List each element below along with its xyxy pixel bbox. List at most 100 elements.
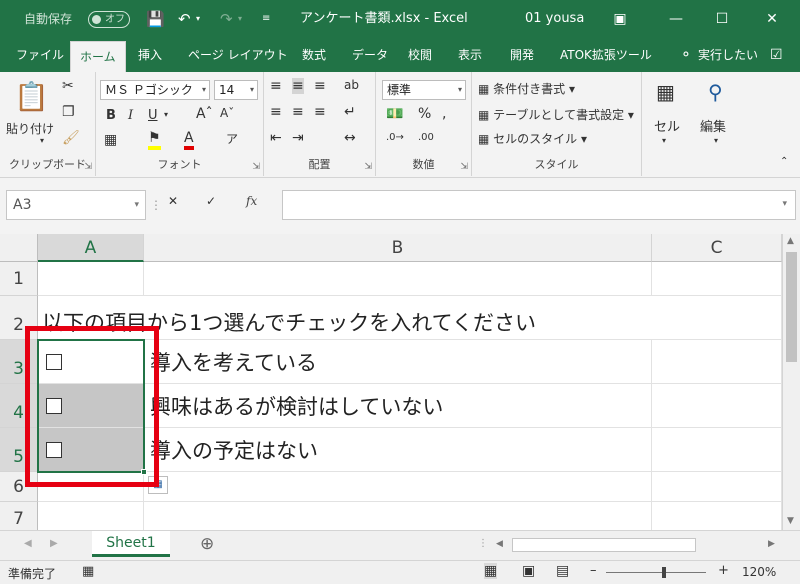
maximize-icon[interactable]: ☐ <box>708 0 736 38</box>
alignment-launcher-icon[interactable]: ⇲ <box>364 162 372 172</box>
cell-b4[interactable]: 興味はあるが検討はしていない <box>144 384 652 428</box>
autosave-toggle[interactable]: オフ <box>88 11 130 28</box>
font-name-select[interactable]: ＭＳ Ｐゴシック ▾ <box>100 80 210 100</box>
number-launcher-icon[interactable]: ⇲ <box>460 162 468 172</box>
enter-icon[interactable]: ✓ <box>206 194 216 208</box>
cancel-icon[interactable]: ✕ <box>168 194 178 208</box>
column-header-a[interactable]: A <box>38 234 144 262</box>
cell-styles-button[interactable]: ▦ セルのスタイル ▾ <box>478 130 587 147</box>
paste-icon[interactable]: 📋 <box>14 80 49 113</box>
percent-style-icon[interactable]: % <box>418 106 431 122</box>
sheet-tab-sheet1[interactable]: Sheet1 <box>92 531 170 557</box>
undo-icon[interactable]: ↶ <box>178 0 191 38</box>
decrease-font-icon[interactable]: Aˇ <box>220 106 234 120</box>
new-sheet-icon[interactable]: ⊕ <box>200 534 214 554</box>
next-sheet-icon[interactable]: ▶ <box>50 538 58 549</box>
cell-c2[interactable] <box>652 296 782 340</box>
tab-home[interactable]: ホーム <box>70 41 126 72</box>
editing-dropdown-icon[interactable]: ▾ <box>714 136 718 145</box>
tab-data[interactable]: データ <box>352 38 388 72</box>
bold-button[interactable]: B <box>106 108 116 123</box>
page-break-view-icon[interactable]: ▤ <box>556 563 569 579</box>
editing-button[interactable]: 編集 <box>700 116 726 135</box>
redo-icon[interactable]: ↷ <box>220 0 233 38</box>
tab-view[interactable]: 表示 <box>458 38 482 72</box>
macro-record-icon[interactable]: ▦ <box>82 564 94 579</box>
italic-button[interactable]: I <box>128 108 133 123</box>
cell-b5[interactable]: 導入の予定はない <box>144 428 652 472</box>
tab-split-icon[interactable]: ⋮ <box>478 538 488 549</box>
select-all-corner[interactable] <box>0 234 38 262</box>
cell-c4[interactable] <box>652 384 782 428</box>
tab-insert[interactable]: 挿入 <box>138 38 162 72</box>
ribbon-display-icon[interactable]: ▣ <box>606 0 634 38</box>
cells-dropdown-icon[interactable]: ▾ <box>662 136 666 145</box>
borders-icon[interactable]: ▦ <box>104 132 117 148</box>
cells-icon[interactable]: ▦ <box>656 80 675 104</box>
tab-developer[interactable]: 開発 <box>510 38 534 72</box>
save-icon[interactable]: 💾 <box>146 0 165 38</box>
paste-dropdown-icon[interactable]: ▾ <box>40 136 44 145</box>
formula-input[interactable]: ▾ <box>282 190 796 220</box>
clipboard-launcher-icon[interactable]: ⇲ <box>84 162 92 172</box>
wrap-text-icon[interactable]: ↵ <box>344 104 356 120</box>
font-launcher-icon[interactable]: ⇲ <box>252 162 260 172</box>
cell-c5[interactable] <box>652 428 782 472</box>
decrease-indent-icon[interactable]: ⇤ <box>270 130 282 146</box>
cell-c7[interactable] <box>652 502 782 530</box>
close-icon[interactable]: ✕ <box>758 0 786 38</box>
minimize-icon[interactable]: — <box>662 0 690 38</box>
increase-font-icon[interactable]: Aˆ <box>196 106 213 122</box>
align-bottom-icon[interactable]: ≡ <box>314 78 326 94</box>
search-icon[interactable]: ⚲ <box>708 80 723 104</box>
accounting-format-icon[interactable]: 💵 <box>386 106 403 122</box>
align-top-icon[interactable]: ≡ <box>270 78 282 94</box>
decrease-decimal-icon[interactable]: .00 <box>418 132 434 143</box>
scroll-right-icon[interactable]: ▶ <box>768 539 775 549</box>
cell-b1[interactable] <box>144 262 652 296</box>
tab-page-layout[interactable]: ページ レイアウト <box>188 38 288 72</box>
user-name[interactable]: 01 yousa <box>525 0 584 38</box>
share-icon[interactable]: ☑ <box>770 38 783 72</box>
increase-indent-icon[interactable]: ⇥ <box>292 130 304 146</box>
page-layout-view-icon[interactable]: ▣ <box>522 563 535 579</box>
cell-b7[interactable] <box>144 502 652 530</box>
font-color-icon[interactable]: A <box>184 130 194 150</box>
vertical-scroll-thumb[interactable] <box>786 252 797 362</box>
underline-dropdown-icon[interactable]: ▾ <box>164 110 168 119</box>
vertical-scrollbar[interactable]: ▲ ▼ <box>782 234 800 530</box>
number-format-select[interactable]: 標準 ▾ <box>382 80 466 100</box>
redo-dropdown-icon[interactable]: ▾ <box>238 0 242 38</box>
copy-icon[interactable]: ❐ <box>62 104 75 120</box>
increase-decimal-icon[interactable]: .0→ <box>386 132 404 143</box>
name-box[interactable]: A3 ▾ <box>6 190 146 220</box>
undo-dropdown-icon[interactable]: ▾ <box>196 0 200 38</box>
phonetic-icon[interactable]: ア <box>226 130 238 147</box>
cell-a7[interactable] <box>38 502 144 530</box>
scroll-left-icon[interactable]: ◀ <box>496 539 503 549</box>
scroll-down-icon[interactable]: ▼ <box>787 516 794 526</box>
align-left-icon[interactable]: ≡ <box>270 104 282 120</box>
customize-qat-icon[interactable]: ≡ <box>262 0 270 38</box>
conditional-formatting-button[interactable]: ▦ 条件付き書式 ▾ <box>478 80 575 97</box>
cut-icon[interactable]: ✂ <box>62 78 74 94</box>
tell-me-search[interactable]: 実行したい <box>698 38 758 72</box>
cells-button[interactable]: セル <box>654 116 680 135</box>
scroll-up-icon[interactable]: ▲ <box>787 236 794 246</box>
horizontal-scrollbar[interactable] <box>512 538 696 552</box>
cell-b6[interactable] <box>144 472 652 502</box>
insert-function-button[interactable]: fx <box>246 194 257 208</box>
zoom-level[interactable]: 120% <box>742 565 776 579</box>
tab-atok[interactable]: ATOK拡張ツール <box>560 38 652 72</box>
zoom-out-icon[interactable]: – <box>590 563 597 578</box>
row-header-7[interactable]: 7 <box>0 502 38 530</box>
fill-color-icon[interactable]: ⚑ <box>148 130 161 150</box>
tab-formulas[interactable]: 数式 <box>302 38 326 72</box>
cell-c1[interactable] <box>652 262 782 296</box>
cell-a1[interactable] <box>38 262 144 296</box>
underline-button[interactable]: U <box>148 108 158 123</box>
align-center-icon[interactable]: ≡ <box>292 104 304 120</box>
align-right-icon[interactable]: ≡ <box>314 104 326 120</box>
orientation-icon[interactable]: ab <box>344 78 359 92</box>
column-header-c[interactable]: C <box>652 234 782 262</box>
